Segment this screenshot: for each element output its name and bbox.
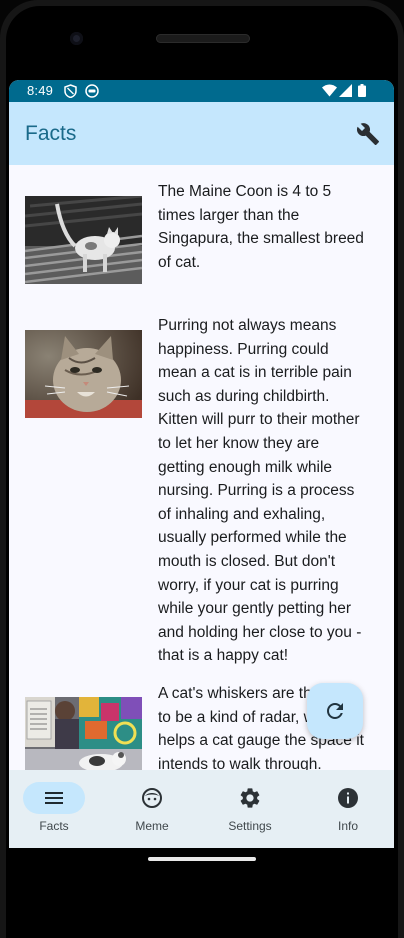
wifi-icon <box>322 84 337 102</box>
battery-icon <box>358 84 366 102</box>
signal-icon <box>339 84 352 102</box>
nav-label: Settings <box>228 819 272 833</box>
tabby-cat-photo <box>25 330 142 418</box>
facts-list: The Maine Coon is 4 to 5 times larger th… <box>9 165 394 770</box>
app-bar-title: Facts <box>25 122 77 145</box>
gear-icon <box>238 786 262 810</box>
app-screen: 8:49 Facts The Maine Coon is 4 to 5 time… <box>9 80 394 848</box>
fact-text: Purring not always means happiness. Purr… <box>158 317 362 665</box>
info-icon <box>336 786 360 810</box>
nav-info[interactable]: Info <box>303 770 394 848</box>
nav-label: Info <box>337 819 358 833</box>
app-bar: Facts <box>9 102 394 165</box>
wrench-icon[interactable] <box>356 122 380 146</box>
nav-meme[interactable]: Meme <box>107 770 203 848</box>
face-icon <box>140 786 164 810</box>
phone-frame: 8:49 Facts The Maine Coon is 4 to 5 time… <box>0 0 404 938</box>
status-time: 8:49 <box>27 83 54 98</box>
fact-text: The Maine Coon is 4 to 5 times larger th… <box>158 183 364 271</box>
refresh-button[interactable] <box>307 683 363 739</box>
front-camera <box>70 32 83 45</box>
face-icon <box>85 84 99 103</box>
nav-label: Meme <box>135 819 169 833</box>
cat-on-couch-photo <box>25 697 142 770</box>
nav-settings[interactable]: Settings <box>205 770 301 848</box>
earpiece-speaker <box>156 34 250 43</box>
home-indicator[interactable] <box>148 857 256 861</box>
nav-facts[interactable]: Facts <box>9 770 105 848</box>
menu-icon <box>42 786 66 810</box>
status-bar: 8:49 <box>9 80 394 102</box>
cat-walking-photo <box>25 196 142 284</box>
nav-label: Facts <box>39 819 69 833</box>
refresh-icon <box>327 703 343 719</box>
shield-icon <box>64 84 77 103</box>
bottom-navigation: Facts Meme Settings Info <box>9 770 394 848</box>
